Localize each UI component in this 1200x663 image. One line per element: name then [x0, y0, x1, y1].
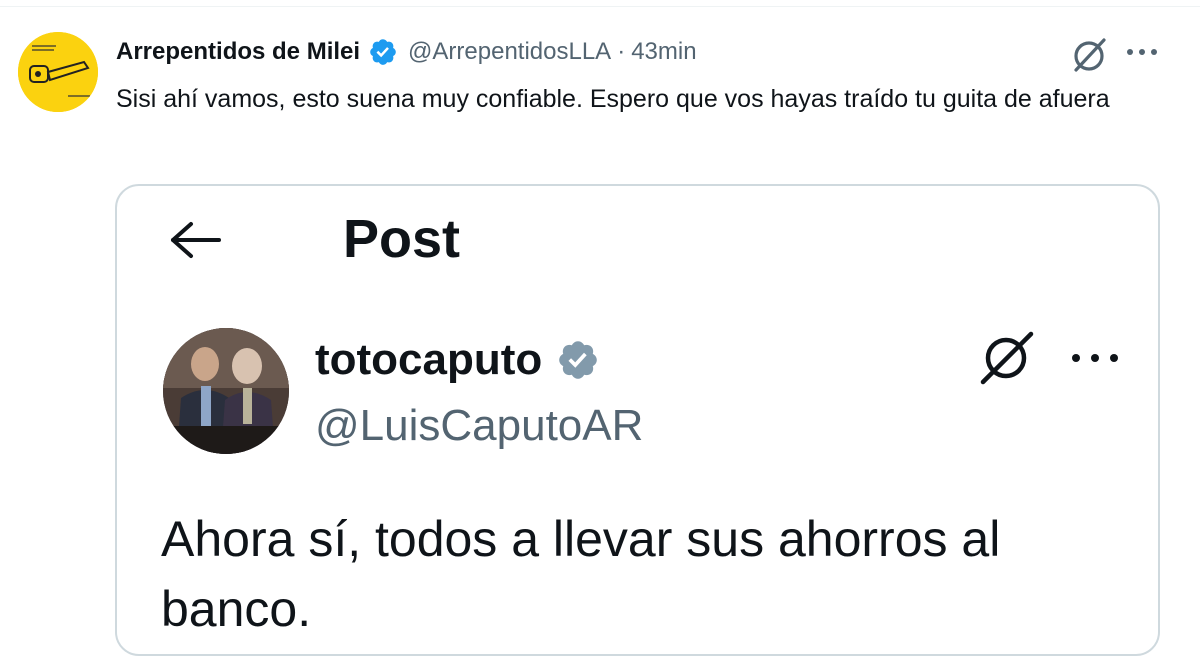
embedded-more-button	[1065, 338, 1125, 378]
verified-badge-gray-icon	[559, 341, 598, 379]
tweet-text: Sisi ahí vamos, esto suena muy confiable…	[116, 85, 1110, 113]
embedded-author-name: totocaputo	[315, 335, 543, 384]
author-photo-icon	[163, 328, 289, 454]
more-icon	[1072, 354, 1118, 362]
embedded-author-name-row: totocaputo	[315, 332, 600, 388]
embedded-author-avatar	[163, 328, 289, 454]
embedded-grok-button	[973, 326, 1043, 388]
chainsaw-logo-icon	[18, 32, 98, 112]
author-avatar[interactable]	[18, 32, 98, 112]
back-arrow-icon	[171, 222, 221, 258]
post-header-title: Post	[343, 209, 461, 269]
tweet-header: Arrepentidos de Milei @ArrepentidosLLA ·…	[116, 32, 697, 72]
more-button[interactable]	[1122, 36, 1162, 68]
grok-button[interactable]	[1068, 34, 1110, 76]
separator-dot: ·	[617, 38, 626, 65]
author-name[interactable]: Arrepentidos de Milei	[116, 38, 360, 66]
embedded-author-handle: @LuisCaputoAR	[315, 401, 644, 450]
more-icon	[1127, 49, 1157, 55]
back-button	[167, 216, 227, 264]
embedded-post-text: Ahora sí, todos a llevar sus ahorros al …	[161, 511, 1001, 637]
timestamp[interactable]: 43min	[631, 38, 696, 66]
grok-icon	[1074, 38, 1106, 72]
author-handle[interactable]: @ArrepentidosLLA	[408, 38, 611, 66]
embedded-post-card[interactable]: Post totocaputo @LuisCaputoAR Ahora sí, …	[115, 184, 1160, 656]
top-divider	[0, 6, 1200, 7]
verified-badge-icon[interactable]	[368, 37, 398, 67]
grok-icon	[980, 331, 1034, 385]
